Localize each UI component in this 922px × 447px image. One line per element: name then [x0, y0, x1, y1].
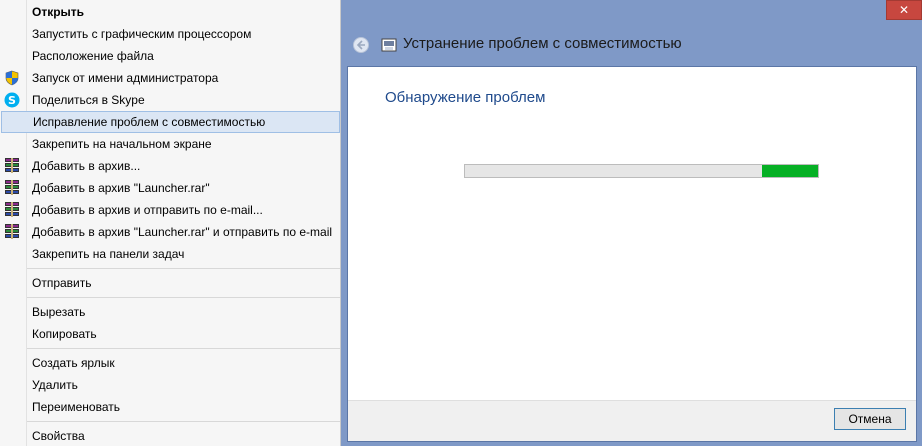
menu-item-pin-taskbar[interactable]: Закрепить на панели задач [0, 243, 340, 265]
menu-item-label: Закрепить на начальном экране [32, 137, 212, 151]
menu-item-label: Добавить в архив "Launcher.rar" и отправ… [32, 225, 333, 239]
menu-separator [27, 268, 340, 269]
menu-separator [27, 421, 340, 422]
menu-item-label: Открыть [32, 5, 85, 19]
back-arrow-icon[interactable] [353, 37, 369, 53]
menu-item-add-to-archive[interactable]: Добавить в архив... [0, 155, 340, 177]
menu-item-label: Свойства [32, 429, 85, 443]
menu-item-label: Закрепить на панели задач [32, 247, 185, 261]
menu-item-label: Переименовать [32, 400, 120, 414]
menu-item-delete[interactable]: Удалить [0, 374, 340, 396]
menu-item-label: Запуск от имени администратора [32, 71, 219, 85]
menu-item-label: Исправление проблем с совместимостью [33, 115, 266, 129]
menu-item-run-as-admin[interactable]: Запуск от имени администратора [0, 67, 340, 89]
menu-item-run-with-gpu[interactable]: Запустить с графическим процессором [0, 23, 340, 45]
menu-item-label: Добавить в архив "Launcher.rar" [32, 181, 210, 195]
winrar-icon [4, 158, 20, 174]
menu-item-label: Отправить [32, 276, 92, 290]
menu-item-compat-troubleshoot[interactable]: Исправление проблем с совместимостью [1, 111, 340, 133]
menu-item-label: Копировать [32, 327, 97, 341]
menu-item-open[interactable]: Открыть [0, 1, 340, 23]
menu-separator [27, 297, 340, 298]
menu-item-archive-and-email[interactable]: Добавить в архив и отправить по e-mail..… [0, 199, 340, 221]
cancel-button[interactable]: Отмена [834, 408, 906, 430]
winrar-icon [4, 180, 20, 196]
menu-item-label: Запустить с графическим процессором [32, 27, 252, 41]
svg-text:S: S [8, 94, 16, 107]
menu-item-send-to[interactable]: Отправить [0, 272, 340, 294]
page-heading: Обнаружение проблем [385, 89, 546, 106]
context-menu: Открыть Запустить с графическим процессо… [0, 0, 341, 446]
menu-item-launcher-rar-and-email[interactable]: Добавить в архив "Launcher.rar" и отправ… [0, 221, 340, 243]
menu-item-pin-start[interactable]: Закрепить на начальном экране [0, 133, 340, 155]
progress-marquee-chunk [762, 165, 818, 177]
menu-item-create-shortcut[interactable]: Создать ярлык [0, 352, 340, 374]
menu-item-copy[interactable]: Копировать [0, 323, 340, 345]
menu-item-label: Добавить в архив... [32, 159, 141, 173]
close-icon: ✕ [898, 3, 910, 17]
menu-item-label: Удалить [32, 378, 78, 392]
content-pane: Обнаружение проблем Отмена [347, 66, 917, 442]
winrar-icon [4, 224, 20, 240]
menu-item-rename[interactable]: Переименовать [0, 396, 340, 418]
uac-shield-icon [5, 70, 19, 86]
menu-item-label: Поделиться в Skype [32, 93, 145, 107]
menu-item-label: Вырезать [32, 305, 86, 319]
menu-item-share-skype[interactable]: S Поделиться в Skype [0, 89, 340, 111]
winrar-icon [4, 202, 20, 218]
skype-icon: S [4, 92, 20, 108]
menu-separator [27, 348, 340, 349]
menu-item-properties[interactable]: Свойства [0, 425, 340, 447]
menu-item-label: Добавить в архив и отправить по e-mail..… [32, 203, 263, 217]
progress-bar [464, 164, 819, 178]
menu-item-cut[interactable]: Вырезать [0, 301, 340, 323]
menu-item-label: Расположение файла [32, 49, 154, 63]
menu-item-add-to-launcher-rar[interactable]: Добавить в архив "Launcher.rar" [0, 177, 340, 199]
close-button[interactable]: ✕ [886, 0, 922, 20]
menu-item-label: Создать ярлык [32, 356, 115, 370]
menu-item-file-location[interactable]: Расположение файла [0, 45, 340, 67]
window-title: Устранение проблем с совместимостью [403, 35, 682, 52]
troubleshooter-window: ✕ Устранение проблем с совместимостью Об… [341, 0, 922, 446]
dialog-footer: Отмена [348, 400, 916, 441]
troubleshooter-app-icon [381, 38, 397, 52]
